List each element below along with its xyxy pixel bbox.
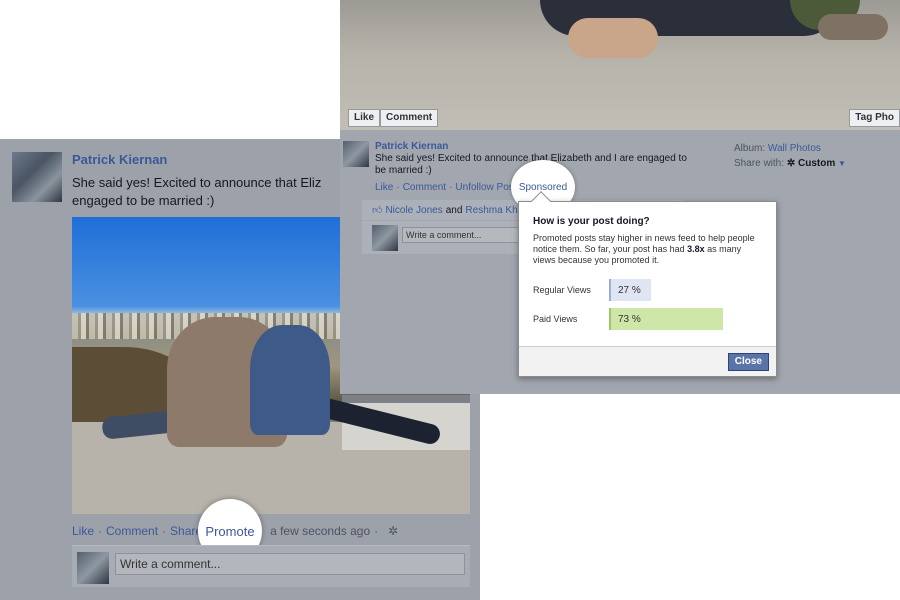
commenter-avatar	[372, 225, 398, 251]
photo-person	[250, 325, 330, 435]
popover-footer: Close	[519, 346, 776, 376]
thumbs-up-icon: 👍︎	[372, 205, 383, 216]
privacy-selector[interactable]: ✲ Custom ▼	[787, 158, 846, 169]
album-link[interactable]: Wall Photos	[768, 143, 821, 154]
audience-gear-icon[interactable]: ✲	[388, 524, 398, 538]
author-avatar[interactable]	[343, 141, 369, 167]
close-button[interactable]: Close	[727, 353, 769, 371]
likes-and: and	[445, 204, 463, 216]
separator: ·	[162, 524, 167, 538]
popover-title: How is your post doing?	[533, 216, 650, 227]
stat-bar-paid: 73 %	[609, 308, 723, 330]
stat-unit: %	[631, 284, 641, 296]
commenter-avatar	[77, 552, 109, 584]
liker-name[interactable]: Nicole Jones	[385, 205, 442, 216]
stat-row-regular: Regular Views 27 %	[533, 279, 651, 301]
stat-unit: %	[631, 313, 641, 325]
popover-description: Promoted posts stay higher in news feed …	[533, 233, 765, 266]
photo-comment-button[interactable]: Comment	[380, 109, 439, 127]
stat-bar-regular: 27 %	[609, 279, 651, 301]
separator: ·	[98, 524, 103, 538]
privacy-gear-icon: ✲	[786, 158, 796, 169]
stat-label: Regular Views	[533, 284, 591, 295]
post-actions: Like · Comment · Unfollow Post ·	[375, 182, 523, 193]
author-name[interactable]: Patrick Kiernan	[375, 141, 448, 152]
comment-row: Write a comment...	[72, 545, 470, 587]
comment-link[interactable]: Comment	[106, 524, 158, 538]
tag-photo-button[interactable]: Tag Pho	[849, 109, 900, 127]
stat-value: 27	[618, 284, 630, 296]
author-avatar[interactable]	[12, 152, 62, 202]
separator: ·	[396, 182, 400, 193]
stat-row-paid: Paid Views 73 %	[533, 308, 723, 330]
like-link[interactable]: Like	[375, 182, 393, 193]
stat-value: 73	[618, 313, 630, 325]
album-info: Album: Wall Photos Share with: ✲ Custom …	[734, 141, 846, 171]
like-link[interactable]: Like	[72, 524, 94, 538]
comment-input[interactable]: Write a comment...	[115, 553, 465, 575]
post-text: She said yes! Excited to announce that E…	[72, 175, 322, 208]
photo-button-group: Like Comment	[348, 109, 439, 127]
unfollow-link[interactable]: Unfollow Post	[455, 182, 516, 193]
author-name[interactable]: Patrick Kiernan	[72, 152, 167, 167]
liker-name[interactable]: Reshma Khil	[465, 205, 522, 216]
album-label: Album:	[734, 143, 766, 154]
stat-label: Paid Views	[533, 313, 578, 324]
separator: ·	[449, 182, 453, 193]
share-with-label: Share with:	[734, 158, 785, 169]
separator: ·	[374, 524, 379, 538]
photo-shoe	[818, 14, 888, 40]
photo-like-button[interactable]: Like	[348, 109, 381, 127]
timestamp[interactable]: a few seconds ago	[270, 524, 370, 538]
photo-hands	[568, 18, 658, 58]
post-stats-popover: How is your post doing? Promoted posts s…	[518, 191, 777, 377]
popover-multiplier: 3.8x	[687, 244, 705, 254]
privacy-value: Custom	[797, 158, 836, 169]
comment-link[interactable]: Comment	[403, 182, 446, 193]
dropdown-arrow-icon: ▼	[838, 159, 846, 168]
